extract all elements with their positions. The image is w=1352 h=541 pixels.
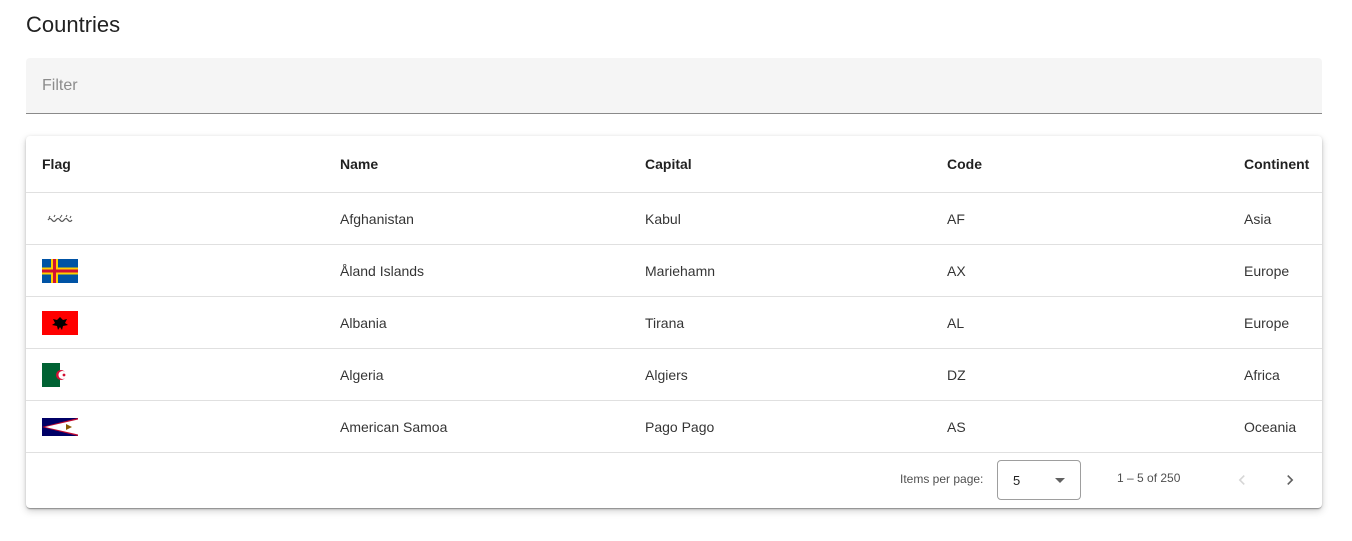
column-header-name: Name (340, 156, 379, 172)
country-continent: Oceania (1244, 418, 1297, 435)
page-title: Countries (26, 12, 121, 37)
algeria-flag-icon (42, 362, 78, 387)
table-row: Åland Islands Mariehamn AX Europe (26, 245, 1322, 297)
country-name: Afghanistan (340, 210, 414, 227)
table-row: Afghanistan Kabul AF Asia (26, 193, 1322, 245)
country-capital: Pago Pago (645, 418, 715, 435)
country-name: Åland Islands (340, 262, 425, 279)
country-continent: Europe (1244, 262, 1290, 279)
countries-table: Flag Name Capital Code Continent Afghani… (26, 136, 1322, 508)
dropdown-arrow-icon (1055, 478, 1065, 483)
table-row: American Samoa Pago Pago AS Oceania (26, 401, 1322, 453)
chevron-right-icon (1287, 475, 1294, 485)
range-label: 1 – 5 of 250 (1117, 471, 1181, 485)
column-header-flag: Flag (42, 156, 71, 172)
afghanistan-flag-icon (42, 206, 78, 231)
american-samoa-flag-icon (42, 417, 78, 436)
country-name: Albania (340, 314, 387, 331)
column-header-code: Code (947, 156, 982, 172)
table-row: Algeria Algiers DZ Africa (26, 349, 1322, 401)
country-code: DZ (947, 366, 966, 383)
country-capital: Tirana (645, 314, 685, 331)
country-continent: Africa (1244, 366, 1280, 383)
column-header-capital: Capital (645, 156, 692, 172)
filter-input[interactable] (42, 58, 1306, 113)
filter-field[interactable] (26, 58, 1322, 114)
country-continent: Asia (1244, 210, 1272, 227)
next-page-button[interactable] (1272, 462, 1308, 498)
country-name: Algeria (340, 366, 384, 383)
previous-page-button[interactable] (1224, 462, 1260, 498)
table-header-row: Flag Name Capital Code Continent (26, 136, 1322, 193)
page-size-value: 5 (1013, 473, 1021, 488)
items-per-page-label: Items per page: (900, 472, 984, 486)
country-name: American Samoa (340, 418, 448, 435)
chevron-left-icon (1238, 475, 1245, 485)
country-code: AX (947, 262, 966, 279)
table-row: Albania Tirana AL Europe (26, 297, 1322, 349)
country-code: AL (947, 314, 965, 331)
column-header-continent: Continent (1244, 156, 1310, 172)
country-continent: Europe (1244, 314, 1290, 331)
country-code: AS (947, 418, 966, 435)
country-code: AF (947, 210, 965, 227)
aland-islands-flag-icon (42, 258, 78, 283)
country-capital: Kabul (645, 210, 681, 227)
country-capital: Algiers (645, 366, 688, 383)
page-size-select[interactable]: 5 (997, 460, 1081, 500)
country-capital: Mariehamn (645, 262, 716, 279)
paginator: Items per page: 5 1 – 5 of 250 (26, 453, 1322, 508)
albania-flag-icon (42, 310, 78, 335)
